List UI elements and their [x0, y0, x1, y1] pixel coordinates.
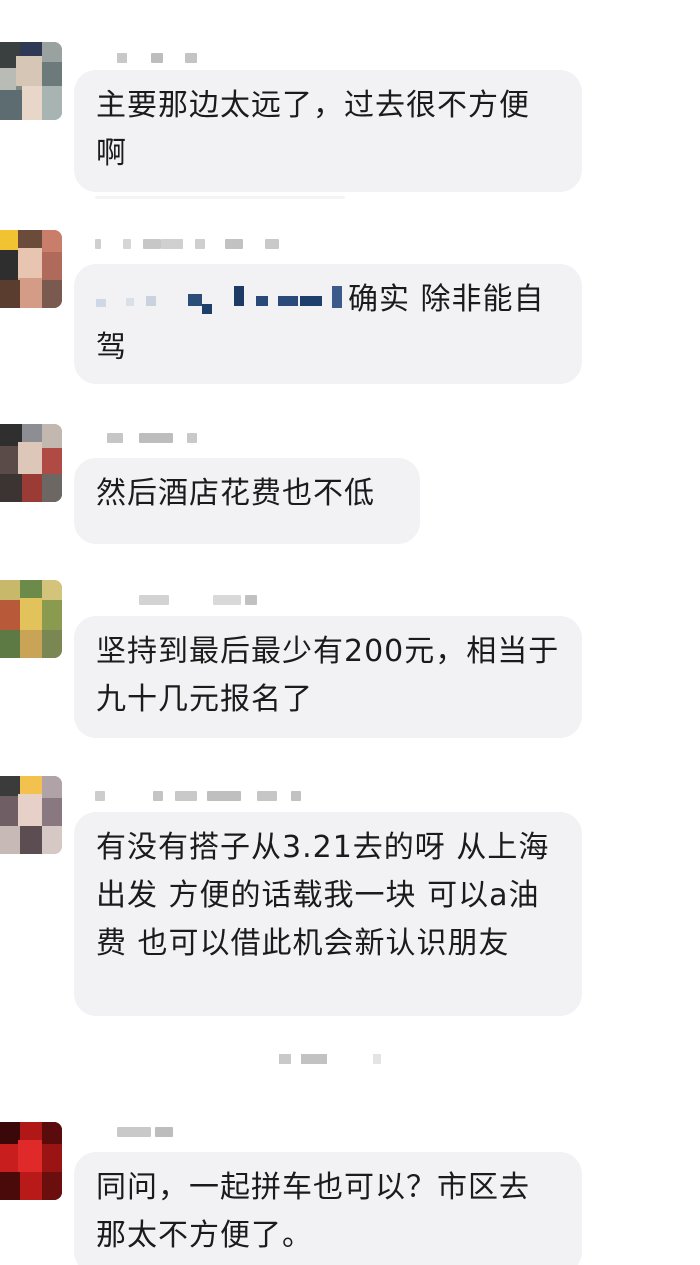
sender-name-redacted	[95, 50, 215, 66]
message-text: 主要那边太远了，过去很不方便啊	[96, 88, 530, 171]
sender-name-redacted	[95, 236, 315, 252]
message-bubble: 有没有搭子从3.21去的呀 从上海出发 方便的话载我一块 可以a油费 也可以借此…	[74, 812, 582, 1016]
sender-name-redacted	[95, 430, 215, 446]
message-text: 同问，一起拼车也可以？市区去那太不方便了。	[96, 1170, 530, 1253]
time-divider-redacted	[275, 1052, 385, 1066]
avatar[interactable]	[0, 230, 62, 308]
message-bubble: 同问，一起拼车也可以？市区去那太不方便了。	[74, 1152, 582, 1265]
avatar[interactable]	[0, 1122, 62, 1200]
message-bubble: 然后酒店花费也不低	[74, 458, 420, 544]
sender-name-redacted	[95, 592, 275, 608]
avatar[interactable]	[0, 424, 62, 502]
sender-name-redacted	[95, 788, 315, 804]
message-bubble: 确实 除非能自驾	[74, 264, 582, 384]
avatar[interactable]	[0, 580, 62, 658]
message-bubble: 主要那边太远了，过去很不方便啊	[74, 70, 582, 192]
message-text: 有没有搭子从3.21去的呀 从上海出发 方便的话载我一块 可以a油费 也可以借此…	[96, 830, 550, 961]
message-text: 然后酒店花费也不低	[96, 476, 375, 511]
avatar[interactable]	[0, 42, 62, 120]
divider	[95, 196, 345, 199]
redacted-text	[96, 285, 348, 316]
avatar[interactable]	[0, 776, 62, 854]
sender-name-redacted	[95, 1124, 215, 1140]
message-bubble: 坚持到最后最少有200元，相当于九十几元报名了	[74, 616, 582, 738]
message-text: 坚持到最后最少有200元，相当于九十几元报名了	[96, 634, 560, 717]
